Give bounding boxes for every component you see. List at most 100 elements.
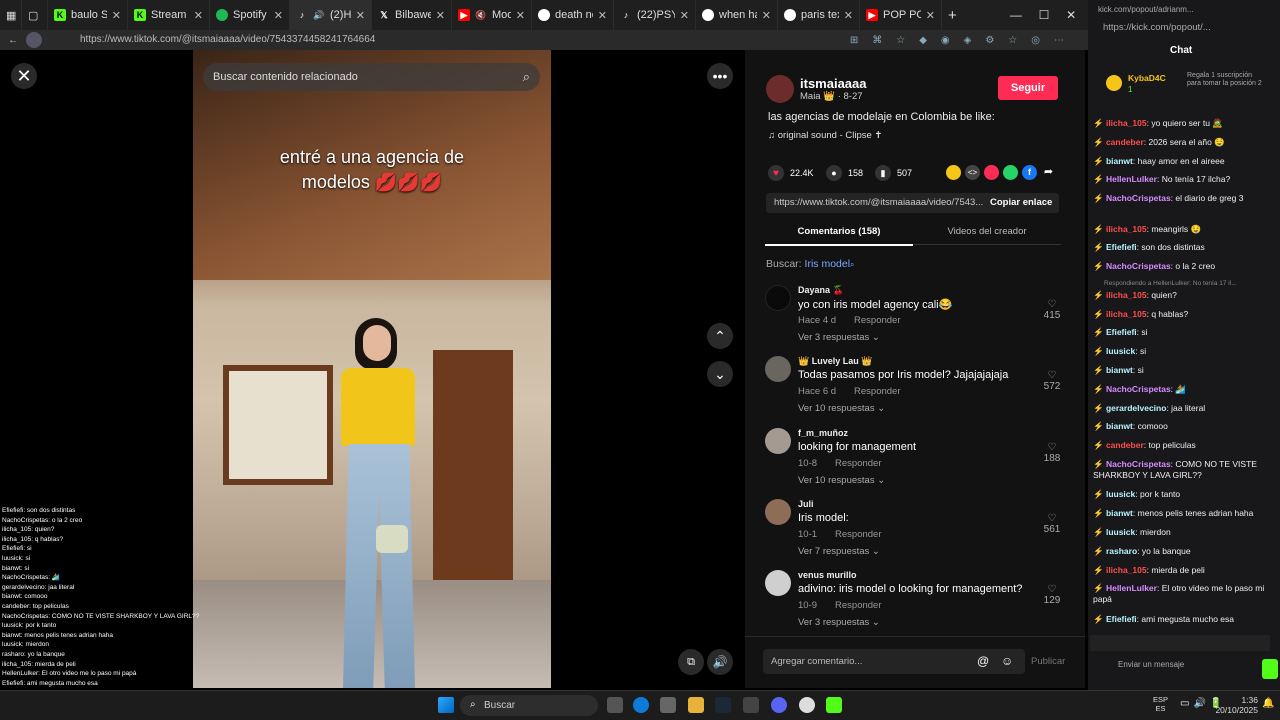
comment-like-button[interactable]: ♡ 572	[1041, 370, 1063, 392]
chat-username[interactable]: ilicha_105	[1106, 309, 1147, 319]
reply-button[interactable]: Responder	[835, 529, 881, 540]
start-icon[interactable]	[438, 697, 454, 713]
tab-9[interactable]: paris texas ✕	[778, 0, 860, 30]
close-tab-icon[interactable]: ✕	[598, 9, 607, 22]
volume-button[interactable]: 🔊	[707, 649, 733, 675]
tab-3[interactable]: ♪ 🔊 (2)Hell ✕	[290, 0, 372, 30]
share-arrow-icon[interactable]: ➦	[1041, 165, 1056, 180]
tab-5[interactable]: ▶ 🔇 Modjo ✕	[452, 0, 532, 30]
chrome-icon[interactable]	[799, 697, 815, 713]
reply-button[interactable]: Responder	[835, 458, 881, 469]
pip-button[interactable]: ⧉	[678, 649, 704, 675]
author-handle[interactable]: itsmaiaaaa	[800, 76, 867, 91]
kick-app-icon[interactable]	[826, 697, 842, 713]
close-tab-icon[interactable]: ✕	[762, 9, 771, 22]
store-icon[interactable]	[660, 697, 676, 713]
comment-like-button[interactable]: ♡ 415	[1041, 299, 1063, 321]
tab-6[interactable]: death note ✕	[532, 0, 614, 30]
steam-icon[interactable]	[715, 697, 731, 713]
close-tab-icon[interactable]: ✕	[436, 9, 445, 22]
clock[interactable]: 1:36 20/10/2025	[1208, 695, 1258, 715]
extension-icons[interactable]: ⊞⌘☆◆◉◈⚙☆◎⋯	[850, 35, 1078, 46]
save-button[interactable]: ▮ 507	[875, 165, 912, 181]
whatsapp-icon[interactable]	[1003, 165, 1018, 180]
like-button[interactable]: ♥ 22.4K	[768, 165, 814, 181]
file-explorer-icon[interactable]	[688, 697, 704, 713]
maximize-icon[interactable]: ☐	[1039, 8, 1050, 22]
reply-button[interactable]: Responder	[835, 600, 881, 611]
chat-username[interactable]: NachoCrispetas	[1106, 193, 1171, 203]
follow-button[interactable]: Seguir	[998, 76, 1058, 100]
language-indicator[interactable]: ESP ES	[1153, 695, 1168, 713]
chat-username[interactable]: luusick	[1106, 489, 1135, 499]
chat-username[interactable]: bianwt	[1106, 365, 1133, 375]
chat-username[interactable]: Efiefiefi	[1106, 614, 1137, 624]
next-video-button[interactable]: ⌄	[707, 361, 733, 387]
previous-video-button[interactable]: ⌃	[707, 323, 733, 349]
related-search-input[interactable]: Buscar contenido relacionado ⌕	[203, 63, 540, 91]
comment-user[interactable]: Dayana 🍒	[798, 285, 844, 296]
search-hint[interactable]: Buscar: Iris model⌕	[766, 258, 855, 270]
comment-user[interactable]: 👑 Luvely Lau 👑	[798, 356, 872, 367]
url-field[interactable]: https://www.tiktok.com/@itsmaiaaaa/video…	[80, 30, 700, 50]
comment-like-button[interactable]: ♡ 188	[1041, 442, 1063, 464]
chat-send-button[interactable]	[1262, 659, 1278, 679]
close-tab-icon[interactable]: ✕	[844, 9, 853, 22]
chat-username[interactable]: candeber	[1106, 137, 1144, 147]
back-icon[interactable]: ←	[8, 35, 18, 46]
app-icon[interactable]	[743, 697, 759, 713]
tab-7[interactable]: ♪ (22)PSYKO ✕	[614, 0, 696, 30]
tab-2[interactable]: Spotify – Bu ✕	[210, 0, 290, 30]
chat-username[interactable]: rasharo	[1106, 546, 1137, 556]
mention-icon[interactable]: @	[977, 654, 989, 668]
chat-username[interactable]: ilicha_105	[1106, 565, 1147, 575]
close-tab-icon[interactable]: ✕	[516, 9, 525, 22]
chat-username[interactable]: ilicha_105	[1106, 224, 1147, 234]
embed-icon[interactable]: <>	[965, 165, 980, 180]
notification-icon[interactable]: 🔔	[1262, 698, 1274, 709]
copy-link-button[interactable]: Copiar enlace	[990, 197, 1052, 208]
gifter-name[interactable]: KybaD4C	[1128, 73, 1166, 83]
commenter-avatar[interactable]	[765, 428, 791, 454]
chat-username[interactable]: Efiefiefi	[1106, 242, 1137, 252]
tab-4[interactable]: 𝕏 Bilbawen en ✕	[372, 0, 452, 30]
publish-button[interactable]: Publicar	[1031, 656, 1065, 667]
add-comment-input[interactable]: Agregar comentario... @ ☺	[763, 649, 1025, 674]
reply-button[interactable]: Responder	[854, 386, 900, 397]
close-tab-icon[interactable]: ✕	[274, 9, 283, 22]
chat-username[interactable]: HellenLulker	[1106, 583, 1157, 593]
chat-username[interactable]: bianwt	[1106, 421, 1133, 431]
sound-row[interactable]: ♫ original sound - Clipse ✝	[768, 130, 882, 141]
window-menu-icon[interactable]: ▦	[0, 0, 22, 30]
chat-username[interactable]: bianwt	[1106, 508, 1133, 518]
task-view-icon[interactable]	[607, 697, 623, 713]
tab-10[interactable]: ▶ POP POP PO ✕	[860, 0, 942, 30]
tab-1[interactable]: K Stream - Kick ✕	[128, 0, 210, 30]
comment-like-button[interactable]: ♡ 561	[1041, 513, 1063, 535]
chat-username[interactable]: ilicha_105	[1106, 290, 1147, 300]
chat-username[interactable]: Efiefiefi	[1106, 327, 1137, 337]
emote-bar[interactable]	[1090, 635, 1270, 651]
view-replies-button[interactable]: Ver 3 respuestas ⌄	[798, 332, 880, 343]
chat-username[interactable]: NachoCrispetas	[1106, 261, 1171, 271]
author-avatar[interactable]	[766, 75, 794, 103]
more-options-button[interactable]: •••	[707, 63, 733, 89]
new-tab-button[interactable]: +	[942, 0, 968, 30]
reply-button[interactable]: Responder	[854, 315, 900, 326]
comment-button[interactable]: ● 158	[826, 165, 863, 181]
view-replies-button[interactable]: Ver 10 respuestas ⌄	[798, 403, 885, 414]
edge-icon[interactable]	[633, 697, 649, 713]
view-replies-button[interactable]: Ver 10 respuestas ⌄	[798, 475, 885, 486]
close-tab-icon[interactable]: ✕	[680, 9, 689, 22]
search-icon[interactable]: ⌕	[523, 63, 530, 91]
close-tab-icon[interactable]: ✕	[356, 9, 365, 22]
comment-user[interactable]: f_m_muñoz	[798, 428, 848, 438]
commenter-avatar[interactable]	[765, 285, 791, 311]
chat-input[interactable]: Enviar un mensaje	[1098, 660, 1238, 680]
commenter-avatar[interactable]	[765, 356, 791, 382]
emoji-icon[interactable]: ☺	[1001, 654, 1013, 668]
comment-like-button[interactable]: ♡ 129	[1041, 584, 1063, 606]
chat-username[interactable]: ilicha_105	[1106, 118, 1147, 128]
chat-address-bar[interactable]: https://kick.com/popout/...	[1103, 22, 1211, 33]
video-link[interactable]: https://www.tiktok.com/@itsmaiaaaa/video…	[774, 197, 983, 208]
